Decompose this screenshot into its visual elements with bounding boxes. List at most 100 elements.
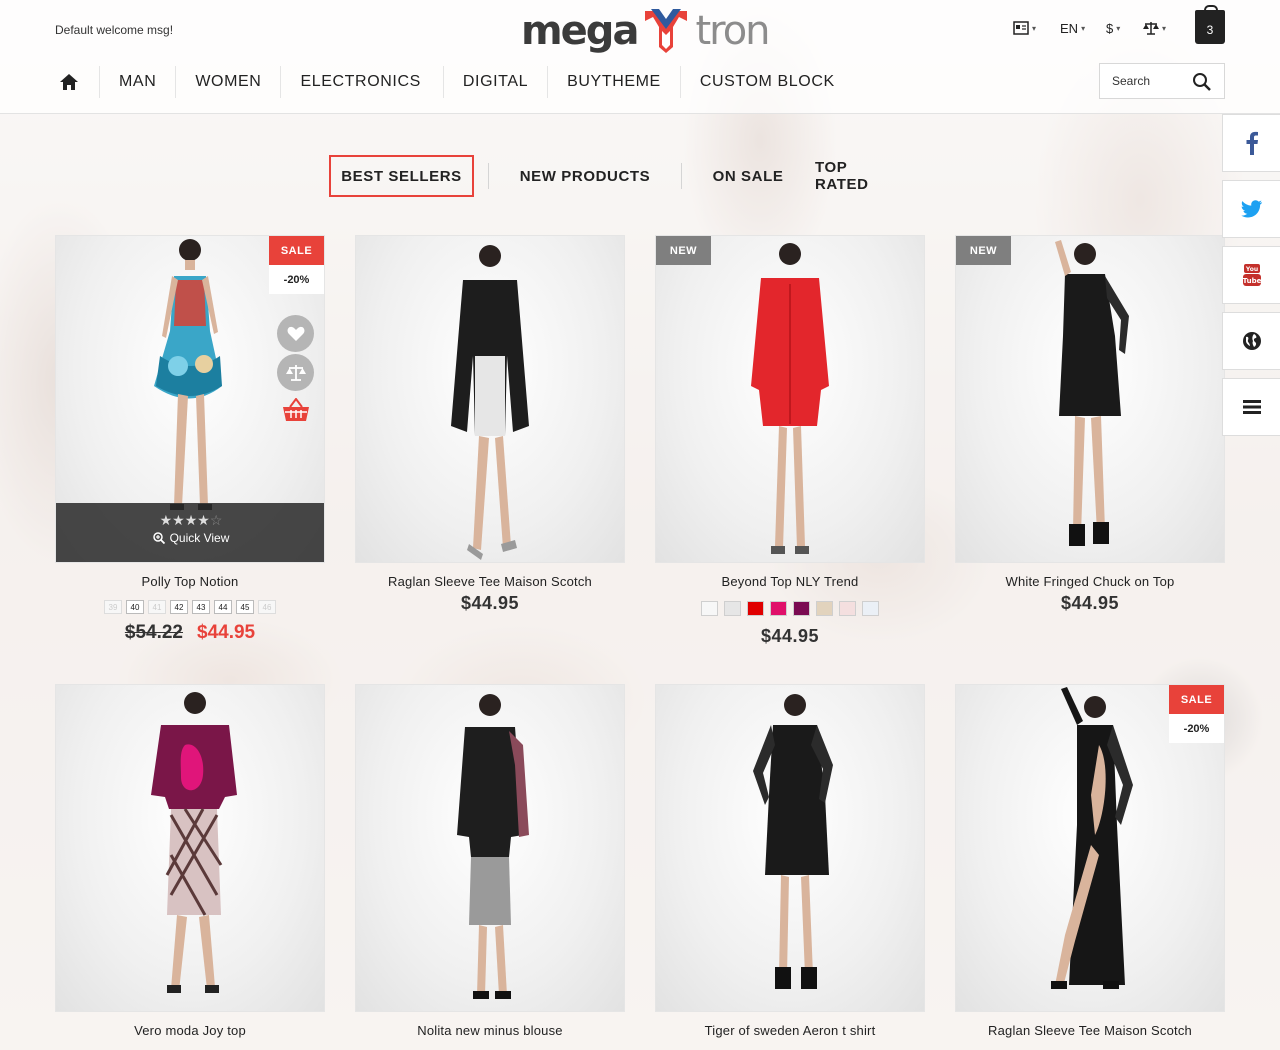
size-option[interactable]: 40 [126,600,144,614]
chevron-down-icon: ▾ [1116,24,1121,33]
hamburger-icon [1242,400,1261,414]
product-photo [753,694,833,989]
product-photo [451,245,529,560]
rating-stars: ★★★★☆ [159,512,223,528]
nav-item-women[interactable]: WOMEN [175,66,280,98]
product-card: SALE -20% ★★★★☆ Quick View Polly Top Not… [55,235,325,644]
search-box [1099,63,1225,99]
color-swatch[interactable] [839,601,856,616]
language-selector[interactable]: EN ▾ [1060,21,1085,36]
product-name[interactable]: Tiger of sweden Aeron t shirt [655,1023,925,1038]
youtube-button[interactable]: You Tube [1222,246,1280,304]
product-price: $44.95 [760,626,820,646]
product-image[interactable]: NEW [655,235,925,563]
logo[interactable]: mega tron [521,6,771,56]
product-card: Vero moda Joy top [55,684,325,1038]
facebook-icon [1246,131,1258,155]
svg-text:You: You [1244,266,1257,273]
home-icon [60,74,78,90]
nav-item-custom-block[interactable]: CUSTOM BLOCK [679,66,854,98]
color-swatch[interactable] [816,601,833,616]
size-option[interactable]: 44 [214,600,232,614]
compare-button[interactable] [277,354,314,391]
quick-view-bar[interactable]: ★★★★☆ Quick View [56,503,324,562]
color-swatch[interactable] [747,601,764,616]
product-photo [751,243,829,554]
chevron-down-icon: ▾ [1032,23,1037,33]
nav-item-buytheme[interactable]: BUYTHEME [547,66,680,98]
product-card: Raglan Sleeve Tee Maison Scotch $44.95 [355,235,625,614]
logo-text-right: tron [695,8,770,54]
product-card: NEW Beyond Top NLY Trend $44.95 [655,235,925,647]
globe-icon [1242,332,1261,350]
size-option[interactable]: 45 [236,600,254,614]
main-nav: MAN WOMEN ELECTRONICS DIGITAL BUYTHEME C… [55,66,854,98]
social-sidebar: You Tube [1222,114,1280,444]
site-header: Default welcome msg! mega tron ▾ EN ▾ $ … [0,0,1280,114]
menu-button[interactable] [1222,378,1280,436]
add-to-cart-button[interactable] [282,397,310,427]
id-card-icon [1013,21,1029,35]
product-tabs: BEST SELLERS NEW PRODUCTS ON SALE TOP RA… [329,155,903,197]
size-option[interactable]: 43 [192,600,210,614]
account-menu[interactable]: ▾ [1013,21,1036,35]
cart-count: 3 [1206,23,1214,37]
size-option[interactable]: 42 [170,600,188,614]
nav-item-electronics[interactable]: ELECTRONICS [280,66,442,98]
product-name[interactable]: Raglan Sleeve Tee Maison Scotch [355,574,625,589]
product-image[interactable]: SALE -20% [955,684,1225,1012]
color-swatch[interactable] [770,601,787,616]
currency-label: $ [1106,21,1114,36]
product-image[interactable] [355,684,625,1012]
cart-button[interactable]: 3 [1195,5,1225,44]
chevron-down-icon: ▾ [1081,24,1086,33]
product-image[interactable] [55,684,325,1012]
color-swatch[interactable] [862,601,879,616]
basket-icon [283,397,309,421]
currency-selector[interactable]: $ ▾ [1106,21,1120,36]
svg-text:Tube: Tube [1242,277,1261,285]
product-name[interactable]: Vero moda Joy top [55,1023,325,1038]
compare-menu[interactable]: ▾ [1143,21,1166,35]
product-name[interactable]: White Fringed Chuck on Top [955,574,1225,589]
product-image[interactable] [355,235,625,563]
color-swatch[interactable] [724,601,741,616]
nav-item-digital[interactable]: DIGITAL [442,66,547,98]
search-icon[interactable] [1192,72,1212,92]
price-block: $54.22 $44.95 [55,622,325,644]
twitter-button[interactable] [1222,180,1280,238]
search-input[interactable] [1100,64,1186,98]
product-name[interactable]: Nolita new minus blouse [355,1023,625,1038]
product-price: $44.95 [1060,593,1120,613]
product-name[interactable]: Beyond Top NLY Trend [655,574,925,589]
sale-price: $44.95 [197,622,256,643]
size-option[interactable]: 41 [148,600,166,614]
facebook-button[interactable] [1222,114,1280,172]
tab-top-rated[interactable]: TOP RATED [815,155,903,197]
tab-on-sale[interactable]: ON SALE [682,155,814,197]
discount-badge: -20% [1169,714,1224,743]
sale-badge: SALE [269,236,324,265]
logo-mark-icon [645,9,688,53]
product-name[interactable]: Polly Top Notion [55,574,325,589]
website-button[interactable] [1222,312,1280,370]
product-image[interactable] [655,684,925,1012]
product-image[interactable]: NEW [955,235,1225,563]
tab-best-sellers[interactable]: BEST SELLERS [329,155,474,197]
tab-new-products[interactable]: NEW PRODUCTS [489,155,681,197]
size-option[interactable]: 46 [258,600,276,614]
color-swatch[interactable] [701,601,718,616]
quick-view-button[interactable]: Quick View [56,531,324,545]
product-name[interactable]: Raglan Sleeve Tee Maison Scotch [955,1023,1225,1038]
product-card: Nolita new minus blouse [355,684,625,1038]
scale-icon [285,364,306,381]
color-swatch[interactable] [793,601,810,616]
product-image[interactable]: SALE -20% [55,235,325,563]
home-button[interactable] [55,66,83,98]
size-option[interactable]: 39 [104,600,122,614]
language-label: EN [1060,21,1079,36]
nav-item-man[interactable]: MAN [99,66,175,98]
new-badge: NEW [656,236,711,265]
sale-badge: SALE [1169,685,1224,714]
wishlist-button[interactable] [277,315,314,352]
